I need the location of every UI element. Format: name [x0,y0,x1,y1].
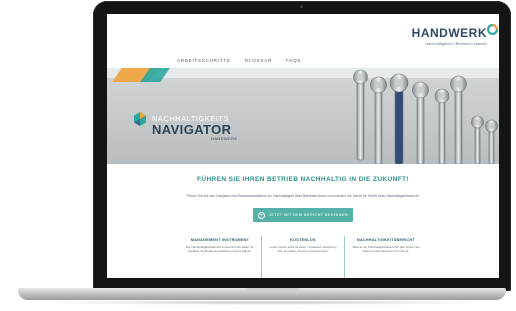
laptop-notch [247,288,299,292]
intro-text: Führen Sie mit dem Navigator eine Bestan… [186,194,420,198]
nav-item-faqs[interactable]: FAQS [286,58,301,63]
nav-item-glossar[interactable]: GLOSSAR [245,58,272,63]
laptop-shadow [30,300,500,305]
brand-tagline: Nachhaltigkeit in Betrieben stärken [425,41,487,46]
brand[interactable]: HANDWERK Nachhaltigkeit in Betrieben stä… [411,24,498,46]
feature-column: MANAGEMENT INSTRUMENT Der Nachhaltigkeit… [179,236,262,278]
feature-column: KOSTENLOS Lorem ipsum dolor sit amet, co… [262,236,345,278]
start-report-button[interactable]: + JETZT MIT DEM BERICHT BEGINNEN [253,208,353,222]
brand-name: HANDWERK [411,26,487,40]
navigator-title-line3: HANDWERK [211,136,238,141]
navigator-logo-icon [134,112,146,126]
feature-columns: MANAGEMENT INSTRUMENT Der Nachhaltigkeit… [179,236,427,278]
main-nav: ARBEITSSCHRITTE GLOSSAR FAQS [177,58,301,63]
page-headline: FÜHREN SIE IHREN BETRIEB NACHHALTIG IN D… [196,176,410,183]
feature-title: KOSTENLOS [290,238,316,242]
laptop-base [18,288,506,300]
browser-screen: HANDWERK Nachhaltigkeit in Betrieben stä… [107,14,499,278]
feature-title: MANAGEMENT INSTRUMENT [190,238,250,242]
feature-title: NACHHALTIGKEITSBERICHT [357,238,415,242]
plus-icon: + [258,211,266,219]
hero-banner: NACHHALTIGKEITS NAVIGATOR HANDWERK [107,68,499,164]
wrenches-image [353,69,498,164]
nav-item-arbeitsschritte[interactable]: ARBEITSSCHRITTE [177,58,231,63]
feature-column: NACHHALTIGKEITSBERICHT Was ist ein Nachh… [345,236,427,278]
brand-logo-icon [487,24,498,35]
navigator-title-line2: NAVIGATOR [152,122,232,137]
start-report-label: JETZT MIT DEM BERICHT BEGINNEN [269,213,348,217]
camera-dot [300,5,303,8]
feature-text: Der Nachhaltigkeitsbericht unterstützt S… [185,245,255,254]
feature-text: Was ist ein Nachhaltigkeitsbericht? Hier… [352,245,420,254]
feature-text: Lorem ipsum dolor sit amet, consetetur s… [269,245,337,254]
